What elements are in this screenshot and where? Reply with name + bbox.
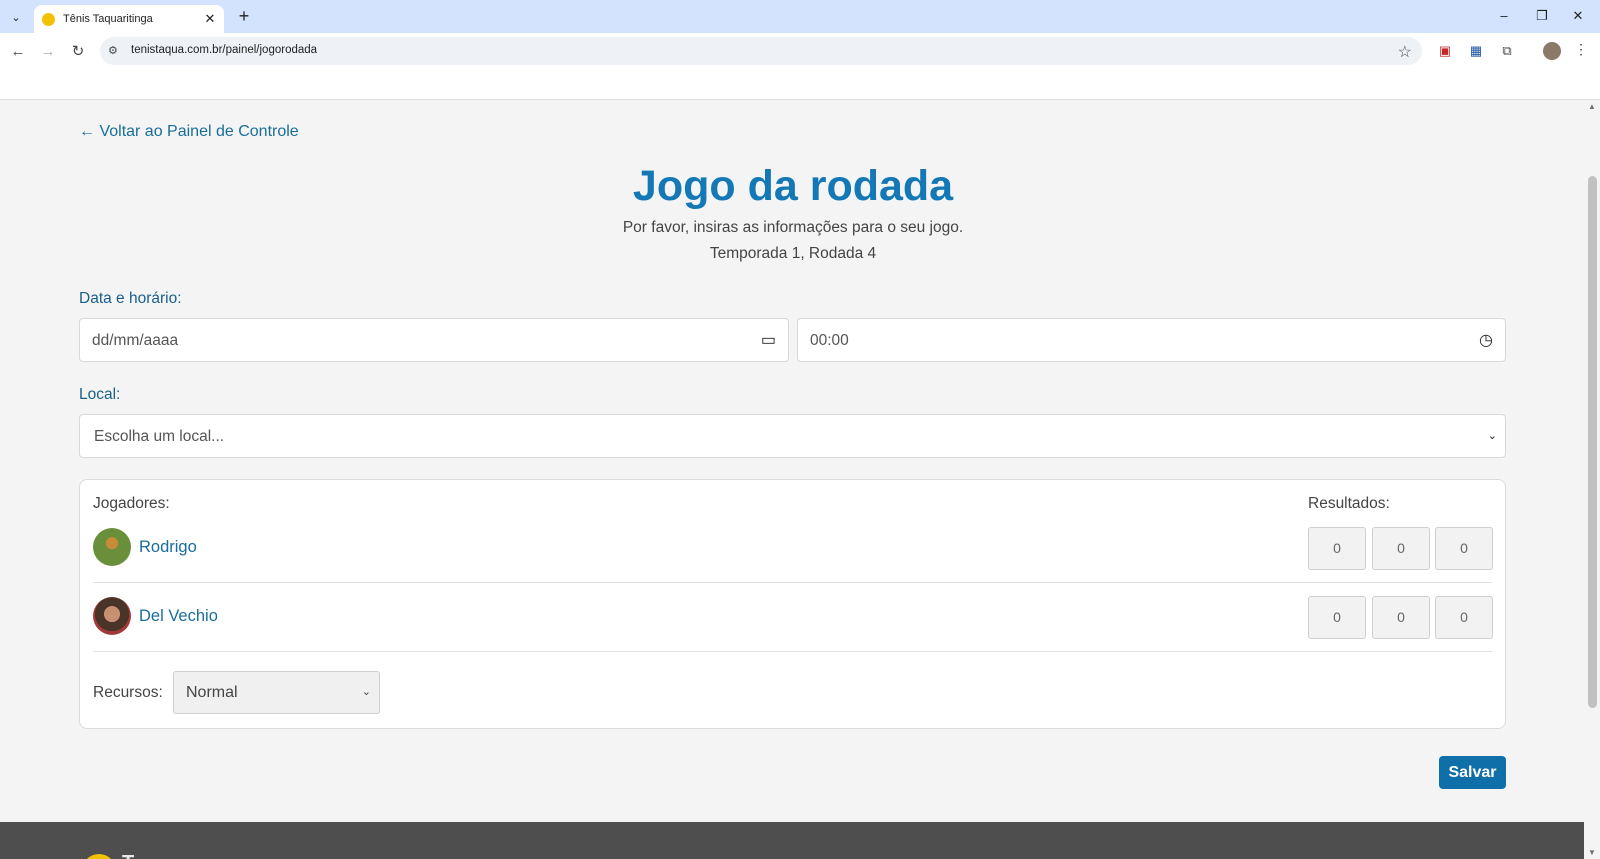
avatar <box>93 528 131 566</box>
match-card: Jogadores: Resultados: Rodrigo 0 0 0 Del… <box>79 479 1506 729</box>
local-select[interactable]: Escolha um local... ⌄ <box>79 414 1506 458</box>
tab-title: Tênis Taquaritinga <box>63 13 153 25</box>
url-text: tenistaqua.com.br/painel/jogorodada <box>131 44 318 56</box>
address-bar[interactable]: ⚙ tenistaqua.com.br/painel/jogorodada ☆ <box>100 37 1422 65</box>
new-tab-icon[interactable]: + <box>234 6 254 26</box>
calendar-icon[interactable]: ▭ <box>761 330 776 350</box>
score-input-p1-set1[interactable]: 0 <box>1308 527 1366 570</box>
tennis-ball-icon <box>42 12 55 26</box>
score-input-p2-set1[interactable]: 0 <box>1308 596 1366 639</box>
player-row: Del Vechio <box>93 597 218 635</box>
date-input[interactable]: dd/mm/aaaa ▭ <box>79 318 789 362</box>
datetime-label: Data e horário: <box>79 290 182 307</box>
close-icon[interactable]: ✕ <box>202 11 218 27</box>
site-header <box>0 70 1600 100</box>
resources-value: Normal <box>186 684 238 701</box>
chevron-down-icon: ⌄ <box>361 686 371 698</box>
site-settings-icon[interactable]: ⚙ <box>108 44 122 58</box>
player-row: Rodrigo <box>93 528 197 566</box>
menu-kebab-icon[interactable]: ⋮ <box>1574 41 1588 58</box>
page-scrollbar[interactable]: ▲ ▼ <box>1584 100 1600 859</box>
extension-icon[interactable]: ▦ <box>1467 42 1485 60</box>
local-placeholder: Escolha um local... <box>94 428 225 445</box>
pdf-extension-icon[interactable]: ▣ <box>1436 42 1454 60</box>
browser-toolbar: ← → ↻ ⚙ tenistaqua.com.br/painel/jogorod… <box>0 33 1600 70</box>
divider <box>93 651 1492 652</box>
bookmark-star-icon[interactable]: ☆ <box>1398 42 1412 62</box>
profile-avatar[interactable] <box>1543 42 1561 60</box>
footer-brand: T <box>122 852 134 859</box>
back-to-dashboard-link[interactable]: ← Voltar ao Painel de Controle <box>79 123 299 141</box>
extensions-puzzle-icon[interactable]: ⧉ <box>1498 42 1516 60</box>
tab-search-icon[interactable]: ⌄ <box>6 7 26 27</box>
scroll-down-icon[interactable]: ▼ <box>1588 848 1596 857</box>
player-name[interactable]: Del Vechio <box>139 607 218 626</box>
score-input-p1-set2[interactable]: 0 <box>1372 527 1430 570</box>
clock-icon[interactable]: ◷ <box>1479 330 1493 350</box>
divider <box>93 582 1492 583</box>
results-label: Resultados: <box>1308 495 1390 512</box>
season-round: Temporada 1, Rodada 4 <box>709 245 877 262</box>
window-close-icon[interactable]: ✕ <box>1566 6 1590 26</box>
forward-arrow-icon[interactable]: → <box>37 41 59 63</box>
score-input-p1-set3[interactable]: 0 <box>1435 527 1493 570</box>
browser-tab[interactable]: Tênis Taquaritinga ✕ <box>34 5 224 33</box>
scroll-thumb[interactable] <box>1588 176 1597 708</box>
site-footer: T <box>0 822 1584 859</box>
local-label: Local: <box>79 386 121 403</box>
player-name[interactable]: Rodrigo <box>139 538 197 557</box>
minimize-icon[interactable]: – <box>1492 6 1516 26</box>
players-label: Jogadores: <box>93 495 170 512</box>
reload-icon[interactable]: ↻ <box>67 41 89 63</box>
avatar <box>93 597 131 635</box>
time-input[interactable]: 00:00 ◷ <box>797 318 1506 362</box>
back-arrow-icon[interactable]: ← <box>7 41 29 63</box>
chevron-down-icon: ⌄ <box>1487 430 1497 442</box>
resources-select[interactable]: Normal ⌄ <box>173 671 380 714</box>
page-subtitle: Por favor, insiras as informações para o… <box>622 219 964 236</box>
browser-tab-bar: ⌄ Tênis Taquaritinga ✕ + – ❐ ✕ <box>0 0 1600 33</box>
save-button[interactable]: Salvar <box>1439 756 1506 789</box>
resources-label: Recursos: <box>93 684 163 701</box>
time-value: 00:00 <box>810 332 849 349</box>
date-placeholder: dd/mm/aaaa <box>92 332 179 349</box>
page-title: Jogo da rodada <box>632 162 954 210</box>
scroll-up-icon[interactable]: ▲ <box>1588 102 1596 111</box>
tennis-ball-logo <box>82 854 116 859</box>
score-input-p2-set3[interactable]: 0 <box>1435 596 1493 639</box>
score-input-p2-set2[interactable]: 0 <box>1372 596 1430 639</box>
restore-icon[interactable]: ❐ <box>1530 6 1554 26</box>
